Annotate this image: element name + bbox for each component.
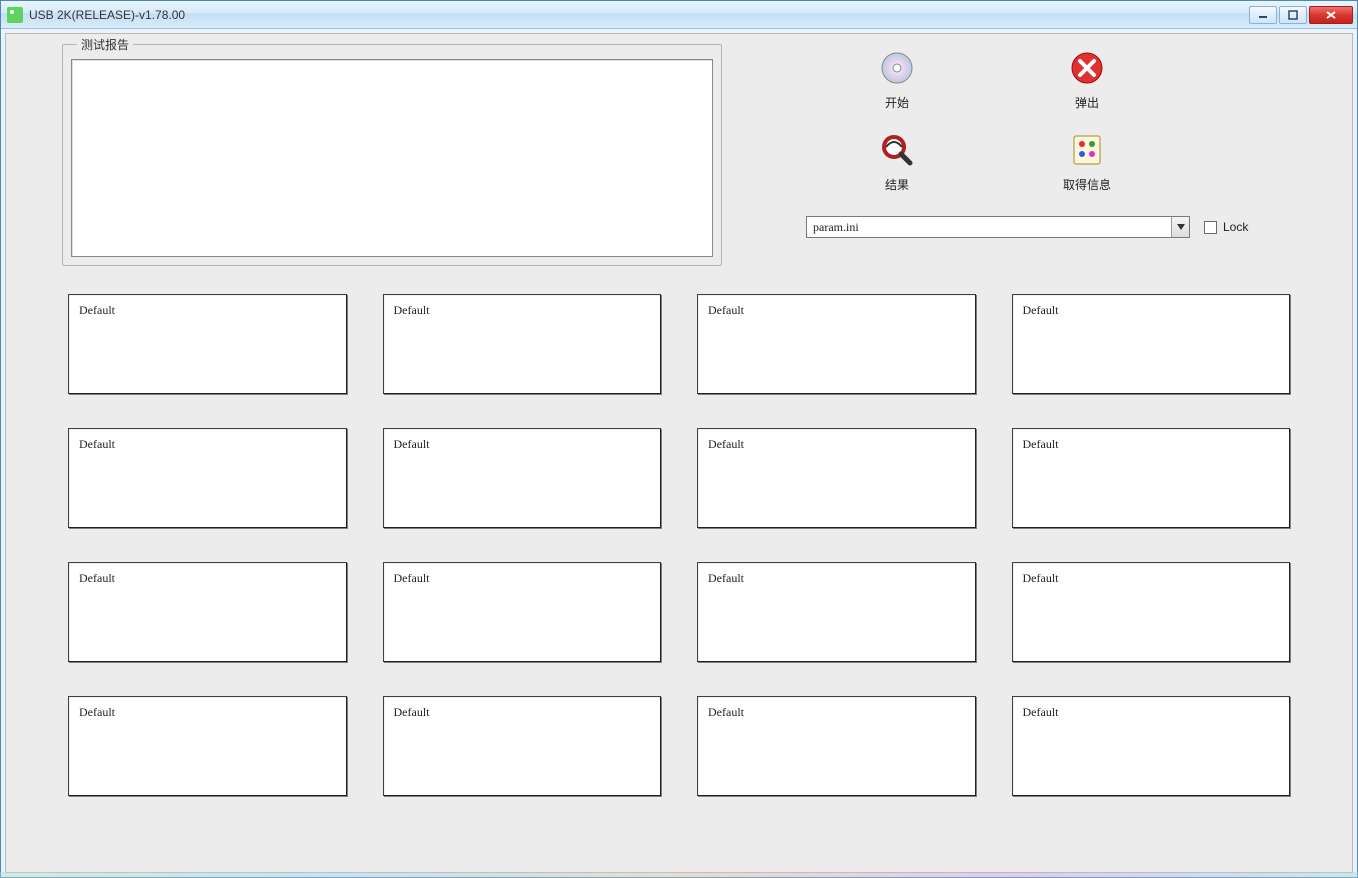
desktop-peek	[0, 872, 1358, 878]
cancel-icon	[1069, 50, 1105, 86]
config-row: param.ini Lock	[806, 216, 1304, 238]
disc-icon	[879, 50, 915, 86]
slot-label: Default	[79, 303, 115, 317]
maximize-icon	[1288, 10, 1298, 20]
chevron-down-icon[interactable]	[1171, 217, 1189, 237]
test-report-group: 测试报告	[62, 44, 722, 266]
device-slot[interactable]: Default	[697, 696, 976, 796]
checkbox-icon	[1204, 221, 1217, 234]
device-slot[interactable]: Default	[1012, 562, 1291, 662]
getinfo-label: 取得信息	[1063, 176, 1111, 193]
titlebar[interactable]: USB 2K(RELEASE)-v1.78.00	[1, 1, 1357, 29]
result-button[interactable]: 结果	[802, 132, 992, 214]
getinfo-button[interactable]: 取得信息	[992, 132, 1182, 214]
device-slot[interactable]: Default	[697, 562, 976, 662]
slot-label: Default	[1023, 437, 1059, 451]
slot-label: Default	[708, 303, 744, 317]
magnifier-icon	[879, 132, 915, 168]
slot-label: Default	[708, 437, 744, 451]
eject-label: 弹出	[1075, 94, 1099, 111]
app-icon	[7, 7, 23, 23]
config-dropdown-value: param.ini	[807, 220, 1171, 235]
palette-icon	[1069, 132, 1105, 168]
action-panel: 开始 弹出	[742, 44, 1344, 238]
window-controls	[1249, 6, 1353, 24]
device-slot[interactable]: Default	[383, 696, 662, 796]
slot-label: Default	[708, 571, 744, 585]
device-slot[interactable]: Default	[1012, 696, 1291, 796]
close-icon	[1325, 10, 1337, 20]
test-report-legend: 测试报告	[77, 36, 133, 53]
window-title: USB 2K(RELEASE)-v1.78.00	[29, 8, 185, 22]
device-slot[interactable]: Default	[68, 696, 347, 796]
app-window: USB 2K(RELEASE)-v1.78.00 测试报告	[0, 0, 1358, 878]
lock-checkbox[interactable]: Lock	[1204, 220, 1248, 234]
slot-label: Default	[79, 705, 115, 719]
minimize-icon	[1258, 10, 1268, 20]
slot-label: Default	[1023, 705, 1059, 719]
device-slot[interactable]: Default	[68, 562, 347, 662]
device-slot-grid: Default Default Default Default Default …	[68, 294, 1290, 796]
top-region: 测试报告	[14, 44, 1344, 266]
client-area: 测试报告	[5, 33, 1353, 873]
close-button[interactable]	[1309, 6, 1353, 24]
device-slot[interactable]: Default	[1012, 294, 1291, 394]
lock-label: Lock	[1223, 220, 1248, 234]
device-slot[interactable]: Default	[383, 294, 662, 394]
device-slot[interactable]: Default	[383, 428, 662, 528]
test-report-area[interactable]	[71, 59, 713, 257]
device-slot[interactable]: Default	[697, 428, 976, 528]
start-label: 开始	[885, 94, 909, 111]
slot-label: Default	[1023, 571, 1059, 585]
minimize-button[interactable]	[1249, 6, 1277, 24]
slot-label: Default	[79, 571, 115, 585]
device-slot[interactable]: Default	[697, 294, 976, 394]
maximize-button[interactable]	[1279, 6, 1307, 24]
device-slot[interactable]: Default	[383, 562, 662, 662]
slot-label: Default	[394, 571, 430, 585]
slot-label: Default	[394, 705, 430, 719]
device-slot[interactable]: Default	[68, 294, 347, 394]
slot-label: Default	[708, 705, 744, 719]
config-dropdown[interactable]: param.ini	[806, 216, 1190, 238]
action-button-grid: 开始 弹出	[802, 50, 1304, 214]
device-slot[interactable]: Default	[1012, 428, 1291, 528]
eject-button[interactable]: 弹出	[992, 50, 1182, 132]
slot-label: Default	[394, 437, 430, 451]
device-slot[interactable]: Default	[68, 428, 347, 528]
slot-label: Default	[394, 303, 430, 317]
start-button[interactable]: 开始	[802, 50, 992, 132]
slot-label: Default	[1023, 303, 1059, 317]
slot-label: Default	[79, 437, 115, 451]
result-label: 结果	[885, 176, 909, 193]
